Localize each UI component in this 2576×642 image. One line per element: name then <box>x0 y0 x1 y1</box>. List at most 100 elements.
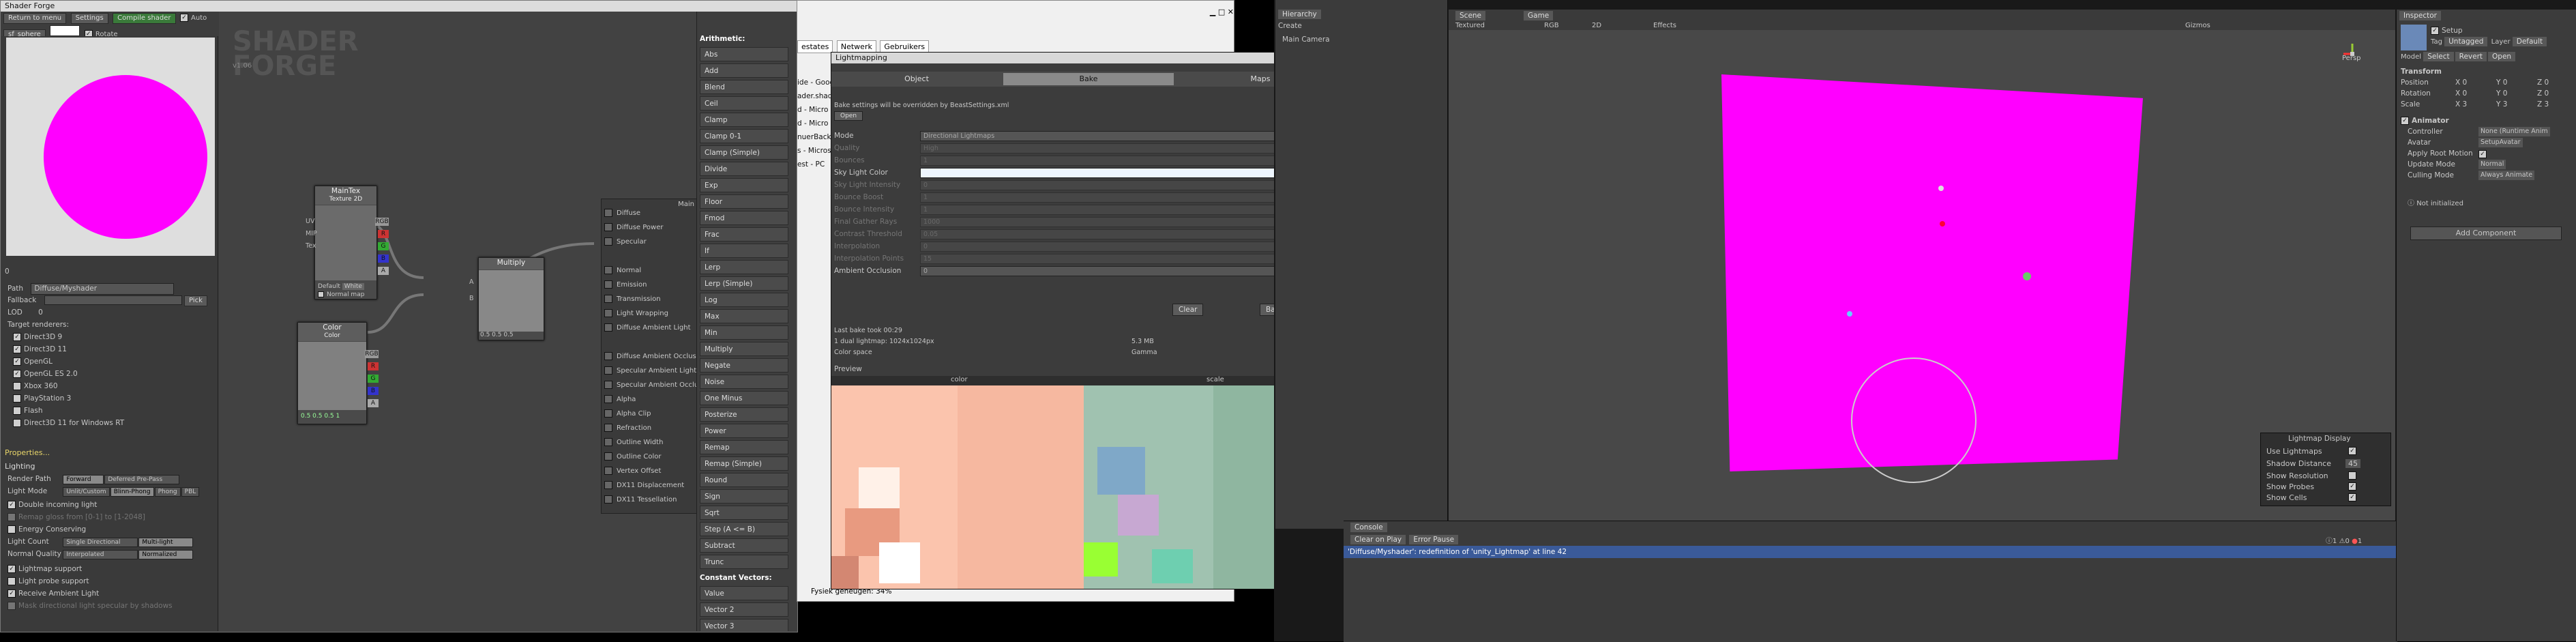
mask-dir-row[interactable]: Mask directional light specular by shado… <box>8 601 173 611</box>
main-input-row[interactable]: Diffuse Power <box>604 223 663 231</box>
clear-button[interactable]: Clear <box>1172 304 1204 316</box>
input-port[interactable] <box>604 438 612 446</box>
port-rgb[interactable]: RGB <box>375 218 389 226</box>
shadow-distance-row[interactable]: Shadow Distance 45 <box>2266 459 2360 468</box>
hierarchy-tab[interactable]: Hierarchy <box>1278 10 1321 19</box>
port-b[interactable]: B <box>378 254 389 263</box>
input-port[interactable] <box>604 424 612 432</box>
scale-y[interactable]: Y 3 <box>2496 100 2507 109</box>
lightmap-support-row[interactable]: ✓ Lightmap support <box>8 564 82 574</box>
tag-select[interactable]: Untagged <box>2444 37 2488 46</box>
menu-item[interactable]: Power <box>700 424 788 438</box>
main-input-row[interactable]: Alpha <box>604 395 636 403</box>
menu-item[interactable]: Blend <box>700 80 788 94</box>
menu-item[interactable]: Remap <box>700 440 788 454</box>
error-icon[interactable]: ● <box>2352 538 2358 545</box>
energy-row[interactable]: Energy Conserving <box>8 525 86 535</box>
info-icon[interactable]: ⓘ <box>2326 538 2333 545</box>
use-lightmaps-row[interactable]: Use Lightmaps ✓ <box>2266 447 2356 456</box>
input-port[interactable] <box>604 481 612 489</box>
menu-item[interactable]: Clamp (Simple) <box>700 145 788 160</box>
main-input-row[interactable]: Specular Ambient Light <box>604 366 696 375</box>
input-port[interactable] <box>604 352 612 360</box>
main-input-row[interactable]: Vertex Offset <box>604 467 661 475</box>
light-probe-checkbox[interactable] <box>8 577 16 585</box>
light-gizmo-icon[interactable] <box>2023 272 2031 280</box>
path-field[interactable]: Diffuse/Myshader <box>31 283 175 295</box>
menu-item[interactable]: Subtract <box>700 538 788 553</box>
effects-select[interactable]: Effects <box>1653 22 1676 29</box>
lod-field[interactable]: 0 <box>38 308 43 317</box>
node-color[interactable]: Color Color RGB R G B A 0.5 0.5 0.5 1 <box>297 322 379 424</box>
model-select-button[interactable]: Select <box>2423 52 2454 61</box>
show-cells-checkbox[interactable]: ✓ <box>2348 493 2356 501</box>
camera-gizmo-icon[interactable] <box>1938 186 1944 191</box>
lm-tab-object[interactable]: Object <box>831 73 1002 85</box>
show-res-row[interactable]: Show Resolution <box>2266 471 2356 480</box>
target-checkbox[interactable] <box>13 419 21 427</box>
menu-item[interactable]: Multiply <box>700 342 788 356</box>
input-port[interactable] <box>604 495 612 504</box>
console-tab[interactable]: Console <box>1350 523 1387 532</box>
normal-map-checkbox[interactable] <box>318 291 324 297</box>
main-input-row[interactable]: Refraction <box>604 424 651 432</box>
scene-red-handle[interactable] <box>1940 221 1945 227</box>
console-error-row[interactable]: 'Diffuse/Myshader': redefinition of 'uni… <box>1344 546 2397 558</box>
web-snippet[interactable]: ader.shad <box>797 89 834 103</box>
menu-item[interactable]: Frac <box>700 227 788 242</box>
remap-gloss-row[interactable]: Remap gloss from [0-1] to [1-2048] <box>8 512 145 523</box>
menu-item[interactable]: Trunc <box>700 555 788 569</box>
target-renderer-item[interactable]: ✓ OpenGL ES 2.0 <box>13 369 78 379</box>
warning-icon[interactable]: ⚠ <box>2339 538 2345 545</box>
menu-item[interactable]: Divide <box>700 162 788 176</box>
menu-item[interactable]: Round <box>700 473 788 487</box>
target-checkbox[interactable]: ✓ <box>13 370 21 378</box>
menu-item[interactable]: Floor <box>700 194 788 209</box>
menu-item[interactable]: Vector 2 <box>700 602 788 617</box>
menu-item[interactable]: Abs <box>700 47 788 61</box>
object-name[interactable]: ✓ Setup <box>2431 26 2463 35</box>
input-port[interactable] <box>604 452 612 461</box>
target-renderer-item[interactable]: ✓ OpenGL <box>13 357 53 367</box>
render-path-forward[interactable]: Forward <box>63 475 104 484</box>
show-probes-checkbox[interactable]: ✓ <box>2348 482 2356 491</box>
menu-item[interactable]: Clamp <box>700 113 788 127</box>
properties-header[interactable]: Properties... <box>5 448 50 457</box>
port-g[interactable]: G <box>378 242 389 250</box>
object-active-checkbox[interactable]: ✓ <box>2431 27 2439 35</box>
main-input-row[interactable]: Normal <box>604 266 641 274</box>
target-renderer-item[interactable]: ✓ Direct3D 9 <box>13 332 62 342</box>
menu-item[interactable]: Lerp (Simple) <box>700 276 788 291</box>
menu-item[interactable]: Min <box>700 325 788 340</box>
pick-button[interactable]: Pick <box>184 295 207 306</box>
rgb-select[interactable]: RGB <box>1544 22 1559 29</box>
auto-checkbox[interactable]: ✓ <box>180 14 189 22</box>
web-snippet[interactable]: d - Micro <box>797 103 834 117</box>
root-motion-row[interactable]: Apply Root Motion ✓ <box>2408 149 2487 158</box>
avatar-field[interactable]: SetupAvatar <box>2478 138 2523 147</box>
port-mip[interactable]: MIP <box>306 230 317 237</box>
normal-quality-norm[interactable]: Normalized <box>138 550 194 559</box>
light-count-multi[interactable]: Multi-light <box>138 538 194 547</box>
energy-checkbox[interactable] <box>8 525 16 534</box>
compile-shader-button[interactable]: Compile shader <box>113 13 176 24</box>
double-light-checkbox[interactable]: ✓ <box>8 501 16 509</box>
input-port[interactable] <box>604 409 612 418</box>
return-menu-button[interactable]: Return to menu <box>3 13 67 24</box>
show-cells-row[interactable]: Show Cells ✓ <box>2266 493 2356 502</box>
menu-item[interactable]: One Minus <box>700 391 788 405</box>
light-mode-unlit[interactable]: Unlit/Custom <box>63 487 110 497</box>
axis-gizmo-icon[interactable] <box>2342 44 2363 64</box>
scene-tab[interactable]: Scene <box>1455 11 1486 20</box>
show-res-checkbox[interactable] <box>2348 471 2356 480</box>
main-input-row[interactable]: Emission <box>604 280 647 289</box>
main-input-row[interactable]: Diffuse Ambient Occlusion <box>604 352 697 360</box>
root-motion-checkbox[interactable]: ✓ <box>2478 150 2487 158</box>
render-path-deferred[interactable]: Deferred Pre-Pass <box>104 475 180 484</box>
show-probes-row[interactable]: Show Probes ✓ <box>2266 482 2356 491</box>
multiply-port-a[interactable]: A <box>469 278 474 286</box>
menu-item[interactable]: Sign <box>700 489 788 504</box>
menu-item[interactable]: Posterize <box>700 407 788 422</box>
main-input-row[interactable]: Alpha Clip <box>604 409 651 418</box>
lm-tab-bake[interactable]: Bake <box>1003 73 1174 85</box>
